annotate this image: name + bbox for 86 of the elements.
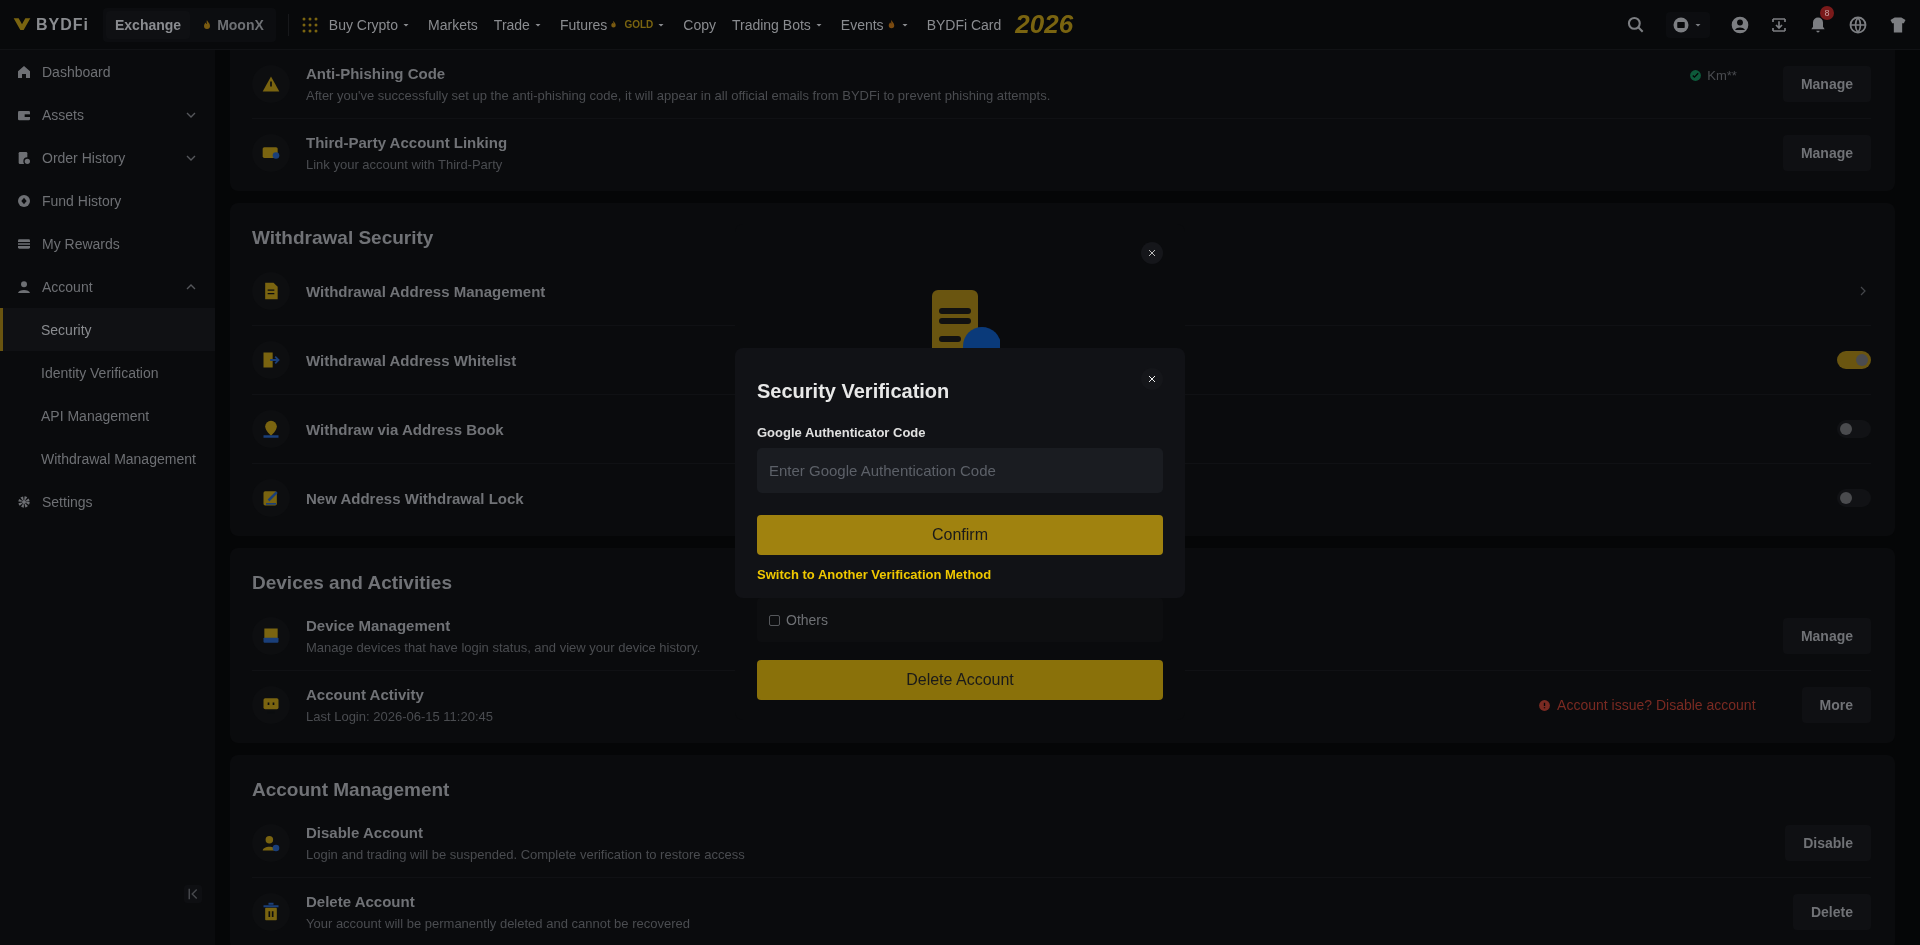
close-icon (1146, 373, 1158, 385)
user-icon (16, 278, 32, 295)
setting-title: Withdraw via Address Book (306, 420, 504, 438)
setting-description: Your account will be permanently deleted and cannot be recovered (306, 916, 690, 931)
nav-menu-item[interactable]: BYDFi Card (926, 16, 1002, 33)
section-title: Account Management (252, 778, 450, 802)
setting-title: Delete Account (306, 893, 415, 910)
search-icon (1626, 14, 1646, 35)
sidebar-subitem[interactable]: Withdrawal Management (0, 437, 215, 480)
toggle-switch[interactable] (1837, 351, 1871, 369)
sidebar-item[interactable]: My Rewards (0, 222, 215, 265)
section-title: Withdrawal Security (252, 226, 434, 250)
exit-arrow-icon (261, 350, 281, 370)
sidebar-item[interactable]: Order History (0, 136, 215, 179)
sidebar-item[interactable]: Account (0, 265, 215, 308)
coin-icon (16, 192, 32, 209)
brand-logo[interactable]: BYDFi (36, 15, 89, 34)
close-button[interactable] (1141, 242, 1163, 264)
user-icon (1730, 14, 1750, 35)
setting-title: Withdrawal Address Whitelist (306, 351, 517, 369)
collapse-icon (184, 885, 202, 903)
nav-menu-item[interactable]: Futures GOLD (559, 16, 668, 33)
status-text: Km** (1707, 68, 1737, 83)
notification-badge: 8 (1820, 5, 1834, 20)
close-icon (1146, 247, 1158, 259)
setting-description: Last Login: 2026-06-15 11:20:45 (306, 709, 493, 724)
field-label: Google Authenticator Code (757, 425, 927, 440)
sidebar-subitem[interactable]: Security (0, 308, 215, 351)
info-icon (1538, 698, 1552, 712)
action-button[interactable]: Manage (1782, 135, 1871, 171)
download-icon (1770, 15, 1788, 34)
toggle-switch[interactable] (1837, 489, 1871, 507)
dialog-title: Security Verification (757, 380, 951, 403)
nav-menu-item[interactable]: Trading Bots (731, 16, 825, 33)
setting-description: Login and trading will be suspended. Complete verification to restore access (306, 847, 745, 862)
trash-icon (261, 902, 281, 922)
setting-title: New Address Withdrawal Lock (306, 489, 524, 507)
setting-title: Device Management (306, 617, 451, 634)
warning-icon (261, 74, 281, 94)
globe-icon (1848, 14, 1868, 35)
action-button[interactable]: Delete (1792, 894, 1871, 930)
home-icon (16, 63, 32, 80)
disable-account-link[interactable]: Account issue? Disable account (1557, 697, 1756, 713)
section-title: Devices and Activities (252, 571, 452, 595)
tier-label: GOLD (624, 19, 654, 30)
nav-menu-item[interactable]: Buy Crypto (328, 16, 413, 33)
map-pin-icon (261, 419, 281, 439)
code-input-field[interactable]: Enter Google Authentication Code (757, 448, 1163, 493)
close-button[interactable] (1141, 368, 1163, 390)
setting-description: After you've successfully set up the anti-phishing code, it will appear in all official emails from BYDFi to prevent phishing attempts. (306, 88, 1051, 103)
confirm-button[interactable]: Confirm (757, 515, 1163, 555)
nav-menu-item[interactable]: Markets (428, 16, 478, 33)
checkbox[interactable] (769, 614, 780, 626)
sidebar-item[interactable]: Settings (0, 480, 215, 523)
nav-menu-item[interactable]: Trade (493, 16, 544, 33)
setting-title: Third-Party Account Linking (306, 134, 508, 151)
setting-description: Link your account with Third-Party (306, 157, 503, 172)
action-button[interactable]: Manage (1782, 618, 1871, 654)
sidebar-item[interactable]: Assets (0, 93, 215, 136)
wallet-icon (1672, 15, 1690, 34)
platform-tab[interactable]: MoonX (192, 10, 273, 39)
switch-method-link[interactable]: Switch to Another Verification Method (757, 567, 992, 582)
sidebar-subitem[interactable]: Identity Verification (0, 351, 215, 394)
flame-icon (609, 19, 619, 30)
setting-title: Anti-Phishing Code (306, 65, 446, 82)
monitor-icon (261, 626, 281, 646)
setting-title: Account Activity (306, 686, 424, 703)
action-button[interactable]: Disable (1785, 825, 1871, 861)
nav-menu-item[interactable]: Copy (683, 16, 716, 33)
delete-account-button[interactable]: Delete Account (757, 660, 1163, 700)
document-clock-icon (16, 149, 32, 166)
check-circle-icon (1689, 69, 1703, 82)
sidebar-item[interactable]: Dashboard (0, 50, 215, 93)
toggle-switch[interactable] (1837, 420, 1871, 438)
setting-title: Withdrawal Address Management (306, 282, 546, 300)
sidebar-subitem[interactable]: API Management (0, 394, 215, 437)
wallet-button[interactable] (1666, 11, 1710, 38)
setting-description: Manage devices that have login status, and view your device history. (306, 640, 701, 655)
sidebar-item[interactable]: Fund History (0, 179, 215, 222)
grid-menu-icon (300, 15, 319, 34)
setting-title: Disable Account (306, 824, 423, 841)
user-block-icon (261, 833, 281, 853)
action-button[interactable]: More (1801, 687, 1871, 723)
nav-menu-item[interactable]: Events (840, 16, 911, 33)
promo-logo[interactable]: 2026 (1015, 9, 1074, 40)
action-button[interactable]: Manage (1782, 66, 1871, 102)
